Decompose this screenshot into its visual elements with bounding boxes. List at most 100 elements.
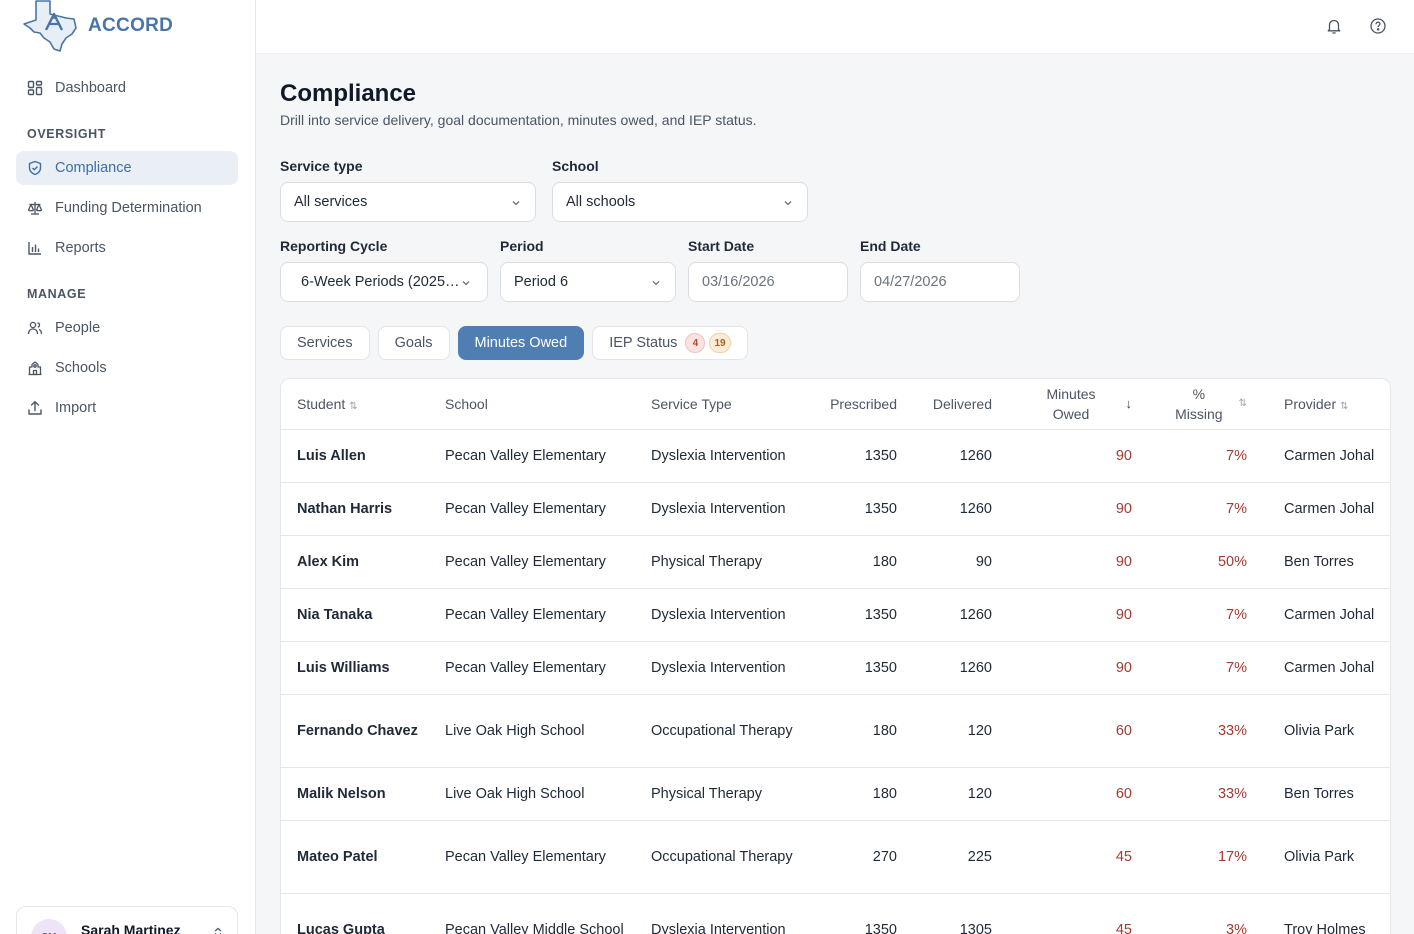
help-icon[interactable] — [1369, 17, 1387, 35]
sidebar-item-label: Reports — [55, 240, 106, 256]
start-date-input[interactable]: 03/16/2026 — [688, 262, 848, 302]
col-service-type: Service Type — [635, 379, 803, 430]
minutes-owed-cell: 60 — [1008, 694, 1148, 768]
minutes-owed-table: Student ⇅ School Service Type Prescribed … — [280, 378, 1391, 934]
minutes-owed-cell: 90 — [1008, 588, 1148, 642]
school-value: All schools — [566, 194, 636, 210]
compliance-tabs: Services Goals Minutes Owed IEP Status 4… — [280, 326, 748, 362]
sidebar-item-reports[interactable]: Reports — [16, 231, 238, 265]
minutes-owed-cell: 90 — [1008, 482, 1148, 536]
section-heading-manage: MANAGE — [27, 287, 87, 301]
percent-missing-cell: 7% — [1148, 429, 1263, 483]
provider-cell: Carmen Johal — [1263, 588, 1390, 642]
brand[interactable]: ACCORD — [22, 0, 173, 52]
sidebar-item-label: Compliance — [55, 160, 132, 176]
tab-minutes-owed[interactable]: Minutes Owed — [457, 326, 585, 360]
col-student-label: Student — [297, 395, 346, 412]
overdue-count-badge: 4 — [685, 333, 706, 353]
table-row[interactable]: Luis Allen Pecan Valley Elementary Dyslexi… — [281, 429, 1390, 483]
avatar: SM — [31, 919, 67, 934]
delivered-cell: 225 — [913, 820, 1008, 894]
school-select[interactable]: All schools — [552, 182, 808, 222]
col-percent-missing-line1: % — [1192, 385, 1206, 402]
student-cell: Fernando Chavez — [281, 694, 429, 768]
period-label: Period — [500, 238, 544, 254]
sidebar-item-people[interactable]: People — [16, 311, 238, 345]
prescribed-cell: 180 — [803, 694, 913, 768]
delivered-cell: 1305 — [913, 893, 1008, 934]
student-cell: Nia Tanaka — [281, 588, 429, 642]
tab-services[interactable]: Services — [280, 326, 370, 360]
bar-chart-icon — [28, 242, 41, 255]
school-cell: Live Oak High School — [429, 767, 635, 821]
col-provider-label: Provider — [1284, 395, 1337, 412]
provider-cell: Ben Torres — [1263, 767, 1390, 821]
service-type-cell: Physical Therapy — [635, 767, 803, 821]
sidebar-item-dashboard[interactable]: Dashboard — [16, 71, 238, 105]
prescribed-cell: 270 — [803, 820, 913, 894]
service-type-cell: Dyslexia Intervention — [635, 588, 803, 642]
sidebar-item-schools[interactable]: Schools — [16, 351, 238, 385]
tab-goals[interactable]: Goals — [377, 326, 450, 360]
reporting-cycle-select[interactable]: 6-Week Periods (2025-2026) — [280, 262, 488, 302]
sidebar-item-import[interactable]: Import — [16, 391, 238, 425]
bell-icon[interactable] — [1325, 17, 1343, 35]
percent-missing-cell: 50% — [1148, 535, 1263, 589]
service-type-label: Service type — [280, 158, 363, 174]
sort-icon: ⇅ — [1340, 400, 1349, 412]
provider-cell: Troy Holmes — [1263, 893, 1390, 934]
school-cell: Pecan Valley Elementary — [429, 482, 635, 536]
page-title: Compliance — [280, 80, 417, 107]
provider-cell: Olivia Park — [1263, 820, 1390, 894]
percent-missing-cell: 33% — [1148, 767, 1263, 821]
users-icon — [27, 321, 43, 335]
chevron-up-down-icon — [214, 927, 222, 934]
service-type-cell: Dyslexia Intervention — [635, 429, 803, 483]
delivered-cell: 1260 — [913, 641, 1008, 695]
minutes-owed-cell: 90 — [1008, 429, 1148, 483]
sidebar-item-label: Schools — [55, 360, 107, 376]
table-row[interactable]: Nia Tanaka Pecan Valley Elementary Dyslexi… — [281, 588, 1390, 642]
sidebar-item-label: People — [55, 320, 101, 336]
percent-missing-cell: 33% — [1148, 694, 1263, 768]
col-minutes-owed[interactable]: Minutes Owed ↓ — [1008, 379, 1148, 430]
provider-cell: Carmen Johal — [1263, 482, 1390, 536]
prescribed-cell: 180 — [803, 767, 913, 821]
sort-desc-icon: ↓ — [1125, 396, 1133, 412]
delivered-cell: 1260 — [913, 482, 1008, 536]
table-row[interactable]: Malik Nelson Live Oak High School Physical… — [281, 767, 1390, 821]
chevron-down-icon — [784, 201, 792, 206]
table-row[interactable]: Luis Williams Pecan Valley Elementary Dysl… — [281, 641, 1390, 695]
end-date-input[interactable]: 04/27/2026 — [860, 262, 1020, 302]
col-percent-missing[interactable]: % Missing ⇅ — [1148, 379, 1263, 430]
table-row[interactable]: Nathan Harris Pecan Valley Elementary Dysl… — [281, 482, 1390, 536]
table-row[interactable]: Mateo Patel Pecan Valley Elementary Occupa… — [281, 820, 1390, 894]
col-student[interactable]: Student ⇅ — [281, 379, 429, 430]
shield-icon — [28, 160, 42, 176]
provider-cell: Olivia Park — [1263, 694, 1390, 768]
chevron-down-icon — [512, 201, 520, 206]
student-cell: Alex Kim — [281, 535, 429, 589]
delivered-cell: 1260 — [913, 588, 1008, 642]
user-name: Sarah Martinez — [81, 922, 181, 934]
col-provider[interactable]: Provider ⇅ — [1263, 379, 1390, 430]
period-select[interactable]: Period 6 — [500, 262, 676, 302]
sidebar-item-label: Funding Determination — [55, 200, 202, 216]
provider-cell: Ben Torres — [1263, 535, 1390, 589]
prescribed-cell: 1350 — [803, 588, 913, 642]
service-type-value: All services — [294, 194, 368, 210]
sidebar-item-funding-determination[interactable]: Funding Determination — [16, 191, 238, 225]
service-type-select[interactable]: All services — [280, 182, 536, 222]
tab-iep-status[interactable]: IEP Status 4 19 — [592, 326, 748, 360]
table-row[interactable]: Fernando Chavez Live Oak High School Occup… — [281, 694, 1390, 768]
service-type-cell: Dyslexia Intervention — [635, 641, 803, 695]
reporting-cycle-value: 6-Week Periods (2025-2026) — [301, 274, 461, 290]
sidebar-item-compliance[interactable]: Compliance — [16, 151, 238, 185]
service-type-cell: Occupational Therapy — [635, 694, 803, 768]
minutes-owed-cell: 45 — [1008, 820, 1148, 894]
percent-missing-cell: 7% — [1148, 641, 1263, 695]
table-row[interactable]: Lucas Gupta Pecan Valley Middle School Dys… — [281, 893, 1390, 934]
table-row[interactable]: Alex Kim Pecan Valley Elementary Physical … — [281, 535, 1390, 589]
reporting-cycle-label: Reporting Cycle — [280, 238, 388, 254]
user-menu[interactable]: SM Sarah Martinez — [16, 906, 238, 934]
